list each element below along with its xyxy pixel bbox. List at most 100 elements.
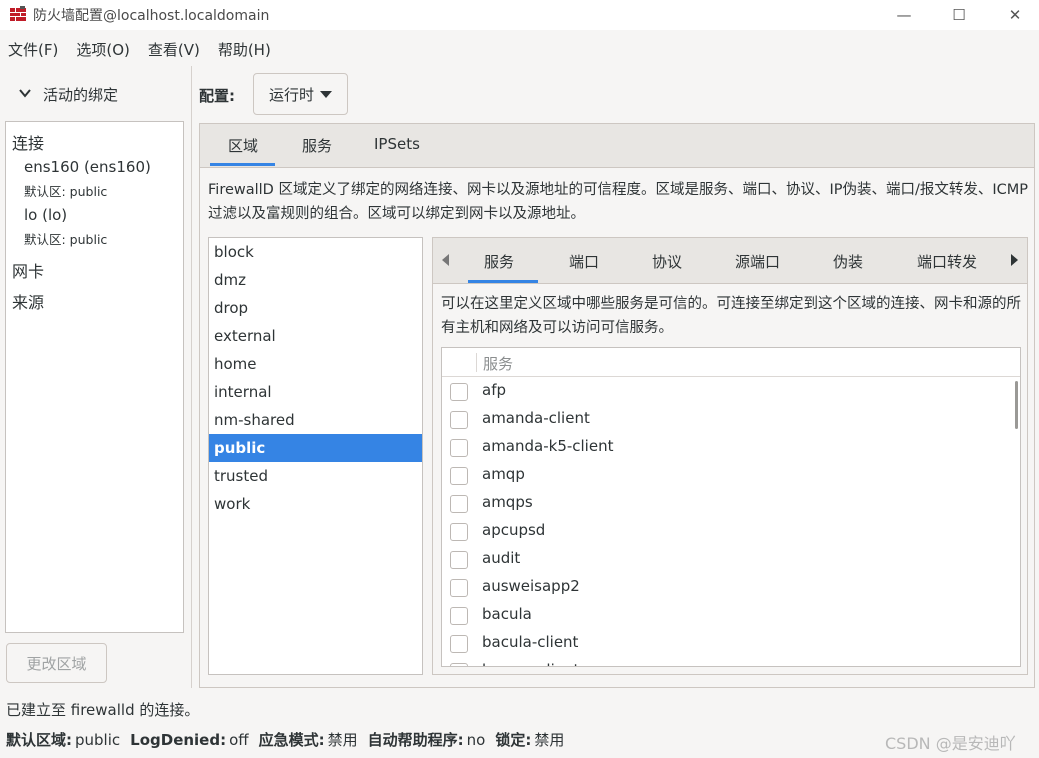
active-bindings-label: 活动的绑定 — [43, 86, 119, 104]
subtab-ports[interactable]: 端口 — [569, 251, 599, 272]
window-title: 防火墙配置@localhost.localdomain — [33, 8, 270, 24]
default-zone-label: 默认区域: — [6, 731, 72, 749]
close-button[interactable]: ✕ — [992, 0, 1038, 30]
watermark: CSDN @是安迪吖 — [885, 734, 1016, 753]
menu-file[interactable]: 文件(F) — [0, 39, 66, 60]
connection-lo[interactable]: lo (lo) — [24, 206, 67, 224]
table-row[interactable]: amqps — [442, 490, 1012, 518]
table-row[interactable]: bacula — [442, 602, 1012, 630]
menu-bar: 文件(F) 选项(O) 查看(V) 帮助(H) — [0, 33, 1039, 65]
service-name: bacula-client — [482, 633, 579, 651]
chevron-down-icon — [19, 89, 31, 98]
service-checkbox[interactable] — [450, 383, 468, 401]
auto-helper-label: 自动帮助程序: — [367, 731, 464, 749]
auto-helper-value: no — [466, 731, 486, 749]
table-row[interactable]: amanda-client — [442, 406, 1012, 434]
table-row[interactable]: ausweisapp2 — [442, 574, 1012, 602]
connections-category[interactable]: 连接 — [12, 130, 44, 154]
active-bindings-expander[interactable]: 活动的绑定 — [0, 66, 191, 122]
panic-mode-label: 应急模式: — [258, 731, 325, 749]
nic-category[interactable]: 网卡 — [12, 258, 44, 282]
dropdown-arrow-icon — [320, 90, 332, 98]
service-checkbox[interactable] — [450, 663, 468, 666]
subtab-protocols[interactable]: 协议 — [652, 251, 682, 272]
services-scrollbar[interactable] — [1015, 381, 1018, 429]
active-subtab-indicator — [468, 280, 538, 283]
service-name: amanda-client — [482, 409, 590, 427]
subtab-source-ports[interactable]: 源端口 — [735, 251, 780, 272]
scroll-tabs-left-icon[interactable] — [442, 254, 449, 266]
zone-item-trusted[interactable]: trusted — [209, 462, 422, 490]
main-tabs: 区域 服务 IPSets — [200, 124, 1034, 168]
logdenied-label: LogDenied: — [130, 731, 227, 749]
table-row[interactable]: apcupsd — [442, 518, 1012, 546]
service-name: amqp — [482, 465, 525, 483]
lockdown-label: 锁定: — [495, 731, 532, 749]
main-notebook: 区域 服务 IPSets FirewallD 区域定义了绑定的网络连接、网卡以及… — [199, 123, 1035, 688]
menu-help[interactable]: 帮助(H) — [210, 39, 279, 60]
service-checkbox[interactable] — [450, 635, 468, 653]
zone-item-dmz[interactable]: dmz — [209, 266, 422, 294]
service-name: bacula — [482, 605, 532, 623]
zone-item-work[interactable]: work — [209, 490, 422, 518]
connection-ens160-zone: 默认区: public — [24, 184, 108, 199]
table-row[interactable]: amqp — [442, 462, 1012, 490]
service-name: audit — [482, 549, 521, 567]
services-table-header: 服务 — [442, 348, 1020, 377]
tab-zones[interactable]: 区域 — [228, 135, 258, 156]
minimize-button[interactable]: — — [881, 0, 927, 30]
panic-mode-value: 禁用 — [327, 731, 358, 749]
services-description: 可以在这里定义区域中哪些服务是可信的。可连接至绑定到这个区域的连接、网卡和源的所… — [441, 296, 1021, 336]
connection-lo-zone: 默认区: public — [24, 232, 108, 247]
table-row[interactable]: afp — [442, 378, 1012, 406]
zone-item-drop[interactable]: drop — [209, 294, 422, 322]
subtab-masquerade[interactable]: 伪装 — [833, 251, 863, 272]
tab-services[interactable]: 服务 — [302, 135, 332, 156]
scroll-tabs-right-icon[interactable] — [1011, 254, 1018, 266]
change-zone-button[interactable]: 更改区域 — [6, 643, 107, 683]
subtab-services[interactable]: 服务 — [484, 251, 514, 272]
zone-item-nm-shared[interactable]: nm-shared — [209, 406, 422, 434]
title-bar: 防火墙配置@localhost.localdomain — ☐ ✕ — [0, 0, 1039, 30]
default-zone-value: public — [75, 731, 121, 749]
service-checkbox[interactable] — [450, 551, 468, 569]
service-name: amqps — [482, 493, 533, 511]
service-name: amanda-k5-client — [482, 437, 614, 455]
services-column-header[interactable]: 服务 — [483, 353, 513, 374]
menu-view[interactable]: 查看(V) — [140, 39, 208, 60]
zone-settings-notebook: 服务 端口 协议 源端口 伪装 端口转发 可以在这里定义区域中哪些服务是可信的。… — [432, 237, 1028, 675]
zone-item-home[interactable]: home — [209, 350, 422, 378]
zone-item-internal[interactable]: internal — [209, 378, 422, 406]
tab-ipsets[interactable]: IPSets — [374, 135, 420, 153]
table-row[interactable]: audit — [442, 546, 1012, 574]
source-category[interactable]: 来源 — [12, 289, 44, 313]
service-checkbox[interactable] — [450, 579, 468, 597]
service-name: ausweisapp2 — [482, 577, 580, 595]
table-row[interactable]: bareos-client — [442, 658, 1012, 666]
bindings-list: 连接 ens160 (ens160) 默认区: public lo (lo) 默… — [5, 121, 184, 633]
service-checkbox[interactable] — [450, 439, 468, 457]
config-dropdown[interactable]: 运行时 — [253, 73, 348, 115]
menu-options[interactable]: 选项(O) — [68, 39, 138, 60]
config-label: 配置: — [199, 87, 235, 105]
table-row[interactable]: amanda-k5-client — [442, 434, 1012, 462]
zone-item-public[interactable]: public — [209, 434, 422, 462]
subtab-port-forwarding[interactable]: 端口转发 — [917, 251, 977, 272]
pane-divider[interactable] — [191, 66, 192, 688]
service-checkbox[interactable] — [450, 467, 468, 485]
service-checkbox[interactable] — [450, 523, 468, 541]
zone-item-block[interactable]: block — [209, 238, 422, 266]
status-bar: 默认区域: public LogDenied: off 应急模式: 禁用 自动帮… — [6, 729, 574, 750]
service-checkbox[interactable] — [450, 607, 468, 625]
lockdown-value: 禁用 — [534, 731, 565, 749]
service-checkbox[interactable] — [450, 411, 468, 429]
maximize-button[interactable]: ☐ — [936, 0, 982, 30]
service-checkbox[interactable] — [450, 495, 468, 513]
config-value: 运行时 — [268, 85, 314, 104]
connection-ens160[interactable]: ens160 (ens160) — [24, 158, 151, 176]
table-row[interactable]: bacula-client — [442, 630, 1012, 658]
zone-item-external[interactable]: external — [209, 322, 422, 350]
header-separator — [476, 353, 477, 372]
service-name: apcupsd — [482, 521, 546, 539]
firewall-app-icon — [10, 6, 26, 21]
